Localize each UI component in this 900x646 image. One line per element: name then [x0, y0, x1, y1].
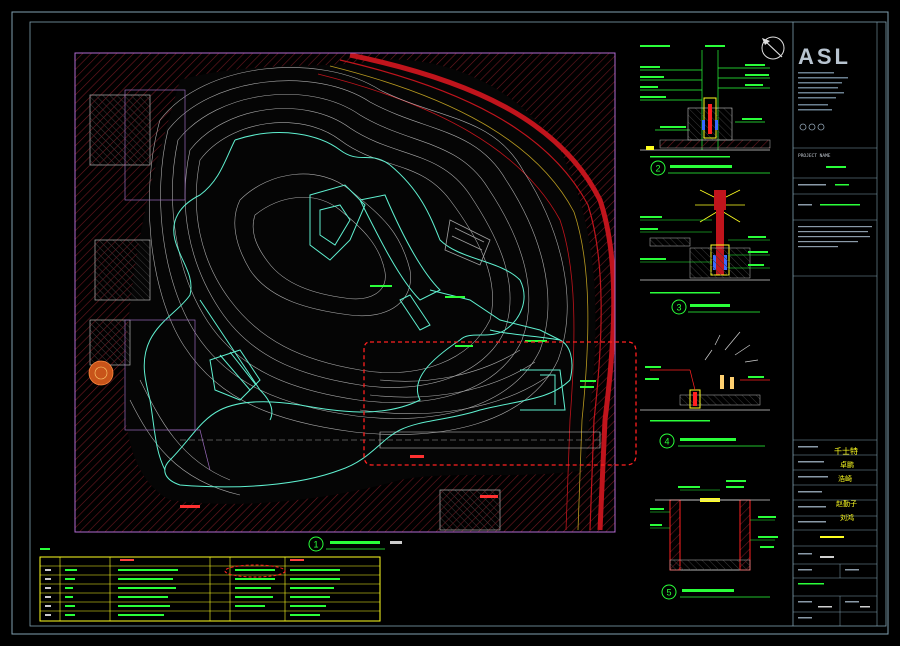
- signature-3: 浩崎: [838, 474, 852, 483]
- plan-title-1: 1: [308, 536, 402, 552]
- signature-1: 千士特: [834, 446, 858, 456]
- signature-2: 卓鹏: [840, 460, 854, 469]
- detail-section-3: 3: [640, 189, 770, 315]
- title-block: ASL PROJECT NAME 千士特 卓鹏 浩崎 赵勤子 刘鸿: [761, 22, 878, 626]
- detail-number-1: 1: [313, 540, 318, 550]
- detail-number-5: 5: [666, 588, 671, 598]
- detail-number-2: 2: [655, 164, 660, 174]
- site-plan: [75, 53, 615, 532]
- signature-4: 赵勤子: [836, 499, 857, 508]
- detail-number-4: 4: [664, 437, 669, 447]
- detail-section-2: 2: [640, 45, 771, 176]
- firm-logo: ASL: [798, 44, 851, 69]
- detail-section-4: 4: [640, 331, 770, 449]
- detail-number-3: 3: [676, 303, 681, 313]
- north-arrow-icon: [761, 36, 785, 60]
- project-name-label: PROJECT NAME: [798, 153, 831, 159]
- cad-drawing-sheet: 1 2 3 4 5 ASL PROJECT NAME 千士特 卓鹏 浩崎 赵勤子…: [11, 11, 889, 635]
- signature-5: 刘鸿: [840, 513, 854, 522]
- detail-section-5: 5: [650, 480, 778, 600]
- legend-table: [39, 548, 381, 622]
- pavilion-icon: [88, 360, 114, 386]
